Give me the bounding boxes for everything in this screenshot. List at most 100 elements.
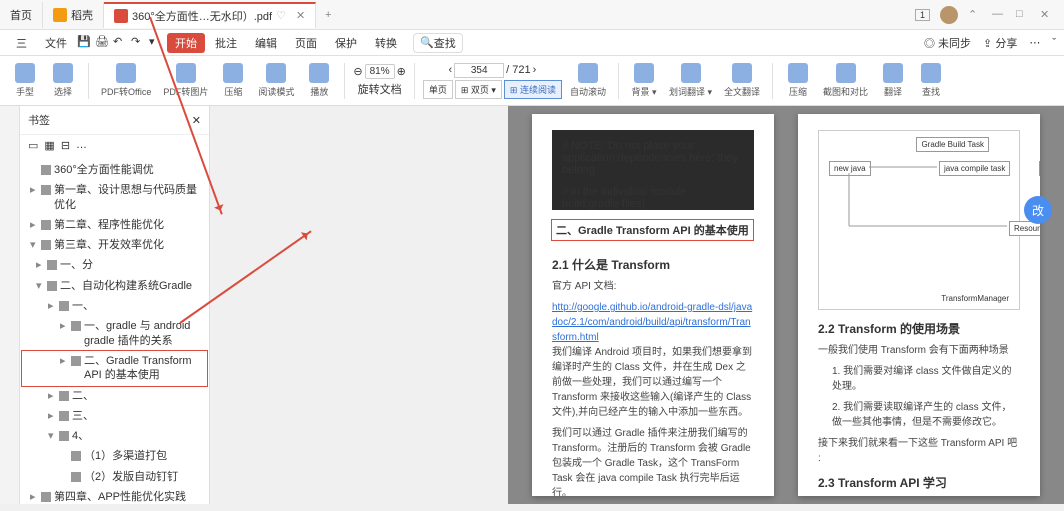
chevron-icon[interactable]: ▸ xyxy=(48,409,56,423)
chevron-icon[interactable]: ▸ xyxy=(30,183,38,197)
find-button[interactable]: 查找 xyxy=(914,59,948,103)
crop-compare-button[interactable]: 截图和对比 xyxy=(819,59,872,103)
bookmark-tree: 360°全方面性能调优▸第一章、设计思想与代码质量优化▸第二章、程序性能优化▾第… xyxy=(20,156,209,511)
bookmark-item[interactable]: ▸第四章、APP性能优化实践 xyxy=(22,487,207,507)
menu-page[interactable]: 页面 xyxy=(287,33,325,53)
rotate-label[interactable]: 旋转文档 xyxy=(358,81,402,97)
main-area: 书签 ✕ ▭ ▦ ⊟ … 360°全方面性能调优▸第一章、设计思想与代码质量优化… xyxy=(0,106,1064,504)
grid-icon[interactable]: ▦ xyxy=(44,139,54,152)
undo-icon[interactable]: ↶ xyxy=(113,35,129,51)
menu-hamburger[interactable]: 三 xyxy=(8,33,35,53)
bookmark-item[interactable]: 360°全方面性能调优 xyxy=(22,160,207,180)
bookmark-item[interactable]: ▾第三章、开发效率优化 xyxy=(22,235,207,255)
auto-scroll-button[interactable]: 自动滚动 xyxy=(566,59,610,103)
hand-tool-button[interactable]: 手型 xyxy=(8,59,42,103)
compress-button[interactable]: 压缩 xyxy=(216,59,250,103)
redo-icon[interactable]: ↷ xyxy=(131,35,147,51)
bookmark-item[interactable]: ▸第一章、设计思想与代码质量优化 xyxy=(22,180,207,215)
window-number-badge: 1 xyxy=(915,9,930,21)
collapse-ribbon-icon[interactable]: ˇ xyxy=(1052,37,1056,49)
translate-button[interactable]: 翻译 xyxy=(876,59,910,103)
menu-convert[interactable]: 转换 xyxy=(367,33,405,53)
menu-edit[interactable]: 编辑 xyxy=(247,33,285,53)
edit-fab[interactable]: 改 xyxy=(1024,196,1052,224)
minimize-icon[interactable]: — xyxy=(992,8,1006,22)
word-translate-button[interactable]: 划词翻译 ▾ xyxy=(665,59,716,103)
full-translate-button[interactable]: 全文翻译 xyxy=(720,59,764,103)
next-page-icon[interactable]: › xyxy=(533,64,537,76)
zoom-out-icon[interactable]: ⊖ xyxy=(353,65,362,78)
select-tool-button[interactable]: 选择 xyxy=(46,59,80,103)
more-icon[interactable]: ⋯ xyxy=(1029,36,1040,49)
close-icon[interactable]: ✕ xyxy=(296,9,305,22)
bookmark-item[interactable]: ▸ 二、 xyxy=(22,386,207,406)
pack-button[interactable]: 压缩 xyxy=(781,59,815,103)
continuous-button[interactable]: ⊞ 连续阅读 xyxy=(504,80,562,99)
single-page-button[interactable]: 单页 xyxy=(423,80,453,99)
zoom-value[interactable]: 81% xyxy=(365,64,395,79)
chevron-icon[interactable]: ▸ xyxy=(36,258,44,272)
bookmark-icon xyxy=(71,321,81,331)
menu-protect[interactable]: 保护 xyxy=(327,33,365,53)
prev-page-icon[interactable]: ‹ xyxy=(449,64,453,76)
bookmark-label: 一、分 xyxy=(60,258,93,272)
maximize-icon[interactable]: □ xyxy=(1016,8,1030,22)
read-mode-button[interactable]: 阅读模式 xyxy=(254,59,298,103)
code-block: // NOTE: Do not place your application d… xyxy=(552,130,754,210)
bookmark-item[interactable]: （1）多渠道打包 xyxy=(22,446,207,466)
pdf-to-office-button[interactable]: PDF转Office xyxy=(97,59,155,103)
more-side-icon[interactable]: … xyxy=(76,139,87,152)
chevron-icon[interactable]: ▸ xyxy=(48,389,56,403)
bookmark-icon xyxy=(59,391,69,401)
save-icon[interactable]: 💾 xyxy=(77,35,93,51)
tab-home[interactable]: 首页 xyxy=(0,2,43,28)
close-window-icon[interactable]: ✕ xyxy=(1040,8,1054,22)
bookmark-label: 二、 xyxy=(72,389,94,403)
side-tab-strip[interactable] xyxy=(0,106,20,504)
bookmark-item[interactable]: ▸ 一、分 xyxy=(22,255,207,275)
play-icon xyxy=(309,63,329,83)
sync-status[interactable]: ◎ 未同步 xyxy=(924,35,971,51)
bookmark-item[interactable]: ▾二、自动化构建系统Gradle xyxy=(22,276,207,296)
menu-file[interactable]: 文件 xyxy=(37,33,75,53)
chevron-icon[interactable]: ▸ xyxy=(48,299,56,313)
bookmark-item[interactable]: ▾4、 xyxy=(22,426,207,446)
chevron-icon[interactable]: ▾ xyxy=(36,279,44,293)
add-bookmark-icon[interactable]: ▭ xyxy=(28,139,38,152)
bookmark-item[interactable]: ▸一、 xyxy=(22,296,207,316)
page-number-input[interactable]: 354 xyxy=(454,63,504,78)
bookmark-item[interactable]: （2）发版自动钉钉 xyxy=(22,467,207,487)
sidebar-close-icon[interactable]: ✕ xyxy=(192,114,201,127)
document-area[interactable]: // NOTE: Do not place your application d… xyxy=(508,106,1064,504)
tab-daoke[interactable]: 稻壳 xyxy=(43,2,104,28)
avatar[interactable] xyxy=(940,6,958,24)
menu-start[interactable]: 开始 xyxy=(167,33,205,53)
share-button[interactable]: ⇪ 分享 xyxy=(983,35,1017,51)
chevron-icon[interactable]: ▸ xyxy=(30,490,38,504)
chevron-icon[interactable]: ▸ xyxy=(30,218,38,232)
chevron-icon[interactable]: ▸ xyxy=(60,354,68,368)
menu-annotate[interactable]: 批注 xyxy=(207,33,245,53)
tab-pdf[interactable]: 360°全方面性…无水印）.pdf♡✕ xyxy=(104,2,316,28)
chevron-icon[interactable]: ▾ xyxy=(30,238,38,252)
bookmark-icon xyxy=(41,492,51,502)
print-icon[interactable]: 🖨 xyxy=(95,35,111,51)
bookmark-icon xyxy=(71,451,81,461)
chevron-icon[interactable]: ▸ xyxy=(60,319,68,333)
find-icon xyxy=(921,63,941,83)
ribbon-toggle-icon[interactable]: ⌃ xyxy=(968,8,982,22)
bookmark-item[interactable]: ▸第二章、程序性能优化 xyxy=(22,215,207,235)
list-icon[interactable]: ⊟ xyxy=(61,139,70,152)
new-tab-button[interactable]: + xyxy=(316,9,340,21)
chevron-icon[interactable]: ▾ xyxy=(48,429,56,443)
api-doc-link[interactable]: http://google.github.io/android-gradle-d… xyxy=(552,302,752,343)
zoom-in-icon[interactable]: ⊕ xyxy=(397,65,406,78)
pin-icon[interactable]: ♡ xyxy=(276,9,286,22)
play-button[interactable]: 播放 xyxy=(302,59,336,103)
search-box[interactable]: 🔍查找 xyxy=(413,33,463,53)
background-button[interactable]: 背景 ▾ xyxy=(627,59,661,103)
bookmark-item[interactable]: ▸二、Gradle Transform API 的基本使用 xyxy=(22,351,207,386)
dual-page-button[interactable]: ⊞ 双页 ▾ xyxy=(455,80,502,99)
bookmark-sidebar: 书签 ✕ ▭ ▦ ⊟ … 360°全方面性能调优▸第一章、设计思想与代码质量优化… xyxy=(20,106,210,504)
bookmark-item[interactable]: ▸三、 xyxy=(22,406,207,426)
